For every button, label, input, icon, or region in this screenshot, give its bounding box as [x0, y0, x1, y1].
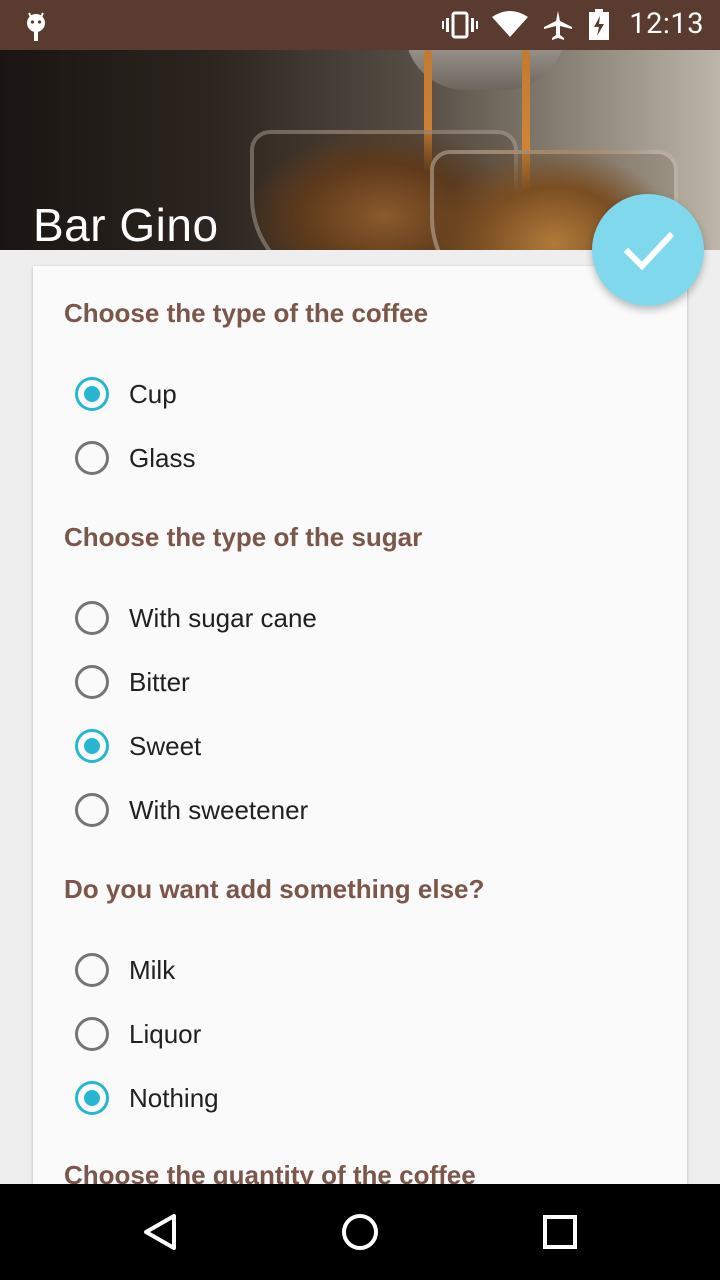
battery-charging-icon	[589, 9, 609, 40]
back-icon[interactable]	[138, 1210, 182, 1254]
check-icon	[623, 231, 675, 271]
radio-button[interactable]	[75, 793, 109, 827]
radio-label: Liquor	[129, 1018, 202, 1049]
vibrate-icon	[442, 11, 478, 39]
radio-bitter[interactable]: Bitter	[75, 658, 190, 706]
radio-with-sugar-cane[interactable]: With sugar cane	[75, 594, 317, 642]
home-icon[interactable]	[338, 1210, 382, 1254]
airplane-icon	[544, 11, 572, 40]
radio-label: Milk	[129, 954, 176, 985]
radio-nothing[interactable]: Nothing	[75, 1074, 219, 1122]
order-form-card: Choose the type of the coffee Cup Glass …	[33, 266, 687, 1266]
radio-sweet[interactable]: Sweet	[75, 722, 201, 770]
radio-button[interactable]	[75, 441, 109, 475]
radio-button[interactable]	[75, 1017, 109, 1051]
radio-label: With sugar cane	[129, 602, 317, 633]
clock: 12:13	[629, 7, 704, 41]
radio-label: Cup	[129, 378, 177, 409]
radio-cup[interactable]: Cup	[75, 370, 177, 418]
radio-label: Nothing	[129, 1082, 219, 1113]
recents-icon[interactable]	[538, 1210, 582, 1254]
radio-glass[interactable]: Glass	[75, 434, 195, 482]
radio-button[interactable]	[75, 1081, 109, 1115]
radio-label: Bitter	[129, 666, 190, 697]
radio-label: With sweetener	[129, 794, 309, 825]
radio-button[interactable]	[75, 601, 109, 635]
radio-button[interactable]	[75, 377, 109, 411]
radio-label: Glass	[129, 442, 196, 473]
android-icon	[27, 12, 45, 41]
wifi-icon	[492, 11, 528, 37]
radio-button[interactable]	[75, 665, 109, 699]
radio-label: Sweet	[129, 730, 202, 761]
status-bar: 12:13	[0, 0, 720, 50]
section-title-extras: Do you want add something else?	[64, 874, 485, 904]
radio-with-sweetener[interactable]: With sweetener	[75, 786, 308, 834]
page-title: Bar Gino	[33, 199, 219, 250]
radio-button[interactable]	[75, 729, 109, 763]
radio-liquor[interactable]: Liquor	[75, 1010, 201, 1058]
confirm-button[interactable]	[592, 194, 704, 306]
section-title-sugar-type: Choose the type of the sugar	[64, 522, 423, 552]
radio-button[interactable]	[75, 953, 109, 987]
navigation-bar	[0, 1184, 720, 1280]
section-title-coffee-type: Choose the type of the coffee	[64, 298, 429, 328]
radio-milk[interactable]: Milk	[75, 946, 175, 994]
